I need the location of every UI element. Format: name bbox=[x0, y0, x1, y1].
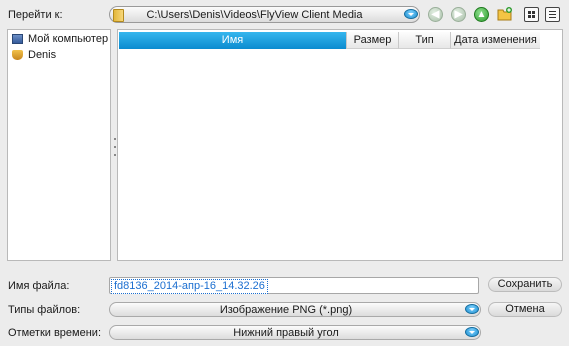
folder-tree[interactable]: Мой компьютер Denis bbox=[7, 29, 111, 261]
column-header-date[interactable]: Дата изменения bbox=[450, 32, 540, 49]
save-button[interactable]: Сохранить bbox=[488, 277, 562, 292]
filetype-value: Изображение PNG (*.png) bbox=[219, 304, 353, 316]
new-folder-button[interactable] bbox=[497, 6, 512, 21]
splitter-dot bbox=[114, 138, 116, 140]
list-view-button[interactable] bbox=[545, 7, 560, 22]
chevron-down-icon[interactable] bbox=[465, 327, 479, 337]
file-list[interactable]: Имя Размер Тип Дата изменения bbox=[117, 29, 563, 261]
splitter-dot bbox=[114, 146, 116, 148]
chevron-down-icon[interactable] bbox=[465, 304, 479, 314]
column-header-name[interactable]: Имя bbox=[119, 32, 346, 49]
arrow-left-icon: ◀ bbox=[431, 9, 440, 20]
up-button[interactable]: ▲ bbox=[474, 7, 489, 22]
filetype-label: Типы файлов: bbox=[8, 304, 81, 316]
computer-icon bbox=[12, 34, 23, 44]
user-folder-icon bbox=[12, 50, 23, 60]
arrow-right-icon: ▶ bbox=[454, 9, 463, 20]
splitter-dot bbox=[114, 154, 116, 156]
filetype-select[interactable]: Изображение PNG (*.png) bbox=[109, 302, 481, 317]
timestamp-select[interactable]: Нижний правый угол bbox=[109, 325, 481, 340]
path-combo[interactable]: C:\Users\Denis\Videos\FlyView Client Med… bbox=[109, 6, 420, 23]
chevron-down-icon[interactable] bbox=[404, 9, 418, 19]
cancel-button[interactable]: Отмена bbox=[488, 302, 562, 317]
goto-label: Перейти к: bbox=[8, 9, 63, 21]
forward-button[interactable]: ▶ bbox=[451, 7, 466, 22]
grid-icon bbox=[528, 11, 535, 18]
path-text: C:\Users\Denis\Videos\FlyView Client Med… bbox=[146, 9, 363, 21]
icon-view-button[interactable] bbox=[524, 7, 539, 22]
new-folder-icon bbox=[497, 7, 512, 21]
arrow-up-icon: ▲ bbox=[476, 9, 487, 20]
back-button[interactable]: ◀ bbox=[428, 7, 443, 22]
tree-item-label: Denis bbox=[28, 49, 57, 61]
filename-value: fd8136_2014-апр-16_14.32.26 bbox=[111, 279, 268, 294]
filename-input[interactable]: fd8136_2014-апр-16_14.32.26 bbox=[109, 277, 479, 294]
timestamp-value: Нижний правый угол bbox=[233, 327, 339, 339]
filename-label: Имя файла: bbox=[8, 280, 70, 292]
list-icon bbox=[549, 11, 556, 18]
column-header-type[interactable]: Тип bbox=[398, 32, 450, 49]
tree-item-label: Мой компьютер bbox=[28, 33, 109, 45]
column-header-size[interactable]: Размер bbox=[346, 32, 398, 49]
timestamp-label: Отметки времени: bbox=[8, 327, 101, 339]
